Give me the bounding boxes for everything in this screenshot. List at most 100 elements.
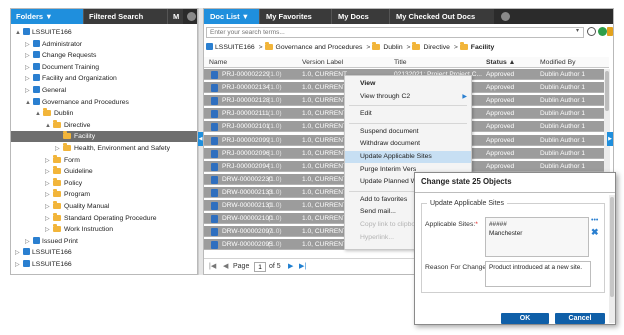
menu-item[interactable]: Edit [345,108,471,120]
tree-item[interactable]: ▷ Health, Environment and Safety [11,143,197,155]
tree-item[interactable]: ▷ Policy [11,177,197,190]
expand-icon[interactable]: ▷ [45,225,53,236]
tree-item[interactable]: Facility [11,131,197,143]
tree-item[interactable]: ▲ Directive [11,119,197,132]
reason-for-change-input[interactable]: Product introduced at a new site. [485,261,591,287]
tree-item[interactable]: ▷ Form [11,154,197,167]
expand-icon[interactable]: ▷ [15,260,23,271]
breadcrumb-item[interactable]: Directive [423,44,449,51]
collapse-right-icon[interactable]: ▶ [607,132,613,146]
collapse-icon[interactable]: ▲ [15,28,23,39]
tab-my-docs[interactable]: My Docs [331,9,389,24]
remove-site-icon[interactable]: ✖ [591,228,599,237]
cancel-button[interactable]: Cancel [555,313,605,324]
expand-icon[interactable]: ▷ [25,237,33,248]
tree-item[interactable]: ▷ Facility and Organization [11,73,197,85]
menu-item[interactable]: View through C2 ▶ [345,91,471,103]
last-page-icon[interactable]: ▶| [299,263,306,271]
pencil-icon[interactable] [607,27,613,36]
dialog-scrollbar-thumb[interactable] [610,197,614,297]
tree-item[interactable]: ▷ Standard Operating Procedure [11,212,197,225]
prev-page-icon[interactable]: ◀ [223,263,228,271]
add-site-icon[interactable]: ••• [591,217,598,225]
document-icon [211,97,218,106]
search-input[interactable] [206,27,584,38]
expand-icon[interactable]: ▷ [25,51,33,62]
expand-icon[interactable]: ▷ [45,214,53,225]
menu-item[interactable]: Withdraw document [345,138,471,150]
tab-my-checked-out-docs[interactable]: My Checked Out Docs [389,9,494,24]
dropdown-icon[interactable]: ▾ [576,27,585,36]
collapse-icon[interactable]: ▲ [25,98,33,109]
next-page-icon[interactable]: ▶ [288,263,293,271]
column-header-name[interactable]: Name [209,57,227,68]
expand-icon[interactable]: ▷ [45,167,53,178]
menu-item[interactable]: View [345,78,471,90]
expand-icon[interactable]: ▷ [45,179,53,190]
tree-item-label: LSSUITE166 [32,261,72,268]
menu-item[interactable]: Suspend document [345,126,471,138]
tree-item[interactable]: ▷ Quality Manual [11,201,197,213]
site-icon [33,86,40,93]
tab-doc-list[interactable]: Doc List ▼ [204,9,259,24]
applicable-sites-list[interactable]: ##### Manchester [485,217,589,257]
column-header-status[interactable]: Status ▲ [486,57,515,68]
tree-item[interactable]: ▷ LSSUITE166 [11,247,197,259]
gear-icon[interactable] [187,12,196,21]
first-page-icon[interactable]: |◀ [209,263,216,271]
breadcrumb-item[interactable]: Dublin [383,44,402,51]
expand-icon[interactable]: ▷ [25,40,33,51]
column-header-title[interactable]: Title [394,57,407,68]
expand-icon[interactable]: ▷ [55,144,63,155]
document-icon [211,84,218,93]
site-list-item[interactable]: Manchester [489,229,585,238]
menu-item-label: View through C2 [360,92,411,100]
tree-item[interactable]: ▷ Guideline [11,166,197,178]
expand-icon[interactable]: ▷ [25,86,33,97]
cell-status: Approved [486,84,515,92]
expand-icon[interactable]: ▷ [25,74,33,85]
tab-folders[interactable]: Folders ▼ [11,9,83,24]
page-number-input[interactable] [254,262,266,272]
cell-status: Approved [486,136,515,144]
refresh-icon[interactable] [598,27,607,36]
tree-item-label: Work Instruction [64,226,113,234]
expand-icon[interactable]: ▷ [45,190,53,201]
tree-item-label: Governance and Procedures [42,98,129,106]
tree-item[interactable]: ▷ LSSUITE166 [11,259,197,271]
menu-item-label: Withdraw document [360,140,421,148]
applicable-sites-label-text: Applicable Sites: [425,221,476,228]
tab-my-favorites[interactable]: My Favorites [259,9,331,24]
site-list-item[interactable]: ##### [489,220,585,229]
menu-item[interactable]: Update Applicable Sites [345,151,471,163]
tree-item[interactable]: ▲ LSSUITE166 [11,27,197,39]
tree-item[interactable]: ▲ Governance and Procedures [11,97,197,109]
tree-item[interactable]: ▷ General [11,85,197,97]
tree-item[interactable]: ▷ Administrator [11,39,197,51]
grid-scrollbar-thumb[interactable] [605,71,609,111]
collapse-icon[interactable]: ▲ [45,121,53,132]
tab-m[interactable]: M [167,9,183,24]
expand-icon[interactable]: ▷ [15,248,23,259]
tree-item[interactable]: ▷ Change Requests [11,50,197,62]
tree-item[interactable]: ▷ Program [11,189,197,201]
column-header-version-label[interactable]: Version Label [302,57,343,68]
gear-icon[interactable] [501,12,510,21]
document-icon [211,123,218,132]
tree-item[interactable]: ▷ Issued Print [11,236,197,248]
expand-icon[interactable]: ▷ [45,156,53,167]
menu-item-label: Update Applicable Sites [360,153,432,160]
tree-item[interactable]: ▲ Dublin [11,108,197,120]
tree-item[interactable]: ▷ Document Training [11,62,197,74]
expand-icon[interactable]: ▷ [45,202,53,213]
column-header-modified-by[interactable]: Modified By [540,57,576,68]
tab-filtered-search[interactable]: Filtered Search [83,9,167,24]
tree-item-label: General [42,87,67,94]
search-icon[interactable] [587,27,596,36]
collapse-icon[interactable]: ▲ [35,109,43,120]
breadcrumb-item[interactable]: LSSUITE166 [215,44,255,51]
tree-item[interactable]: ▷ Work Instruction [11,224,197,236]
breadcrumb-item[interactable]: Governance and Procedures [276,44,363,51]
ok-button[interactable]: OK [501,313,549,324]
expand-icon[interactable]: ▷ [25,63,33,74]
